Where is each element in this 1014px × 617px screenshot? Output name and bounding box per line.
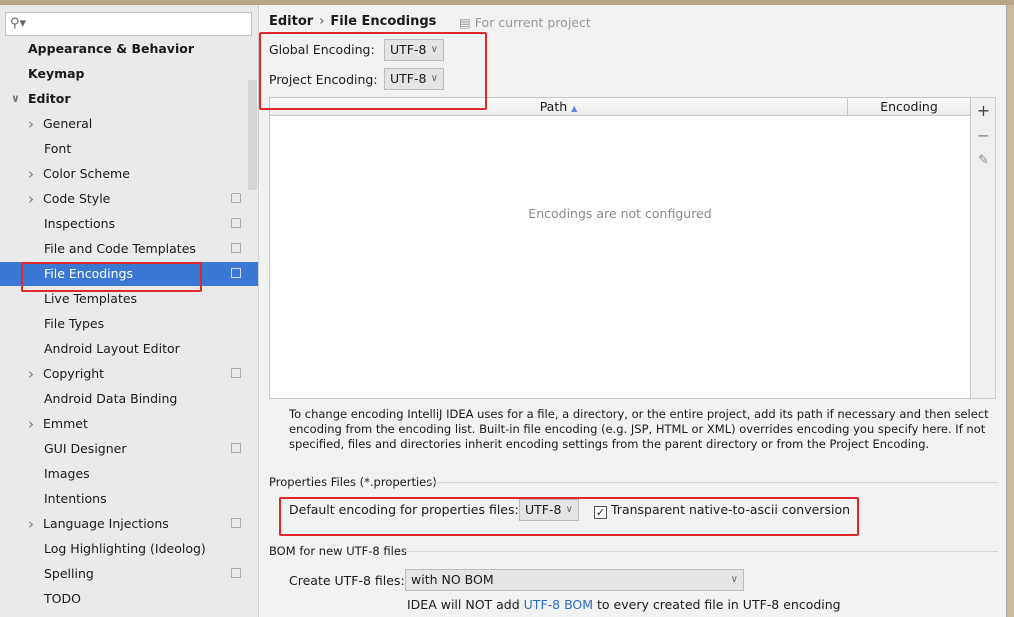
sidebar-item[interactable]: Keymap xyxy=(0,62,258,86)
sidebar-item[interactable]: Android Layout Editor xyxy=(0,337,258,361)
breadcrumb-parent[interactable]: Editor xyxy=(269,14,313,29)
window-right-edge xyxy=(1006,5,1014,617)
annotation-box xyxy=(279,497,859,536)
sidebar-item[interactable]: › Emmet xyxy=(0,412,258,436)
project-settings-icon xyxy=(231,368,241,378)
encodings-table: Path ▲ Encoding Encodings are not config… xyxy=(269,97,971,399)
search-icon: ⚲▾ xyxy=(10,16,27,31)
sidebar-item[interactable]: TODO xyxy=(0,587,258,611)
sidebar-item-label: TODO xyxy=(44,591,81,606)
sidebar-item-label: Emmet xyxy=(43,416,88,431)
edit-icon[interactable]: ✎ xyxy=(972,148,995,173)
breadcrumb-separator-icon: › xyxy=(319,14,325,29)
annotation-box xyxy=(21,262,202,292)
column-path-label: Path xyxy=(539,99,568,114)
encoding-description: To change encoding IntelliJ IDEA uses fo… xyxy=(289,407,989,451)
scope-label: For current project xyxy=(474,15,591,30)
project-settings-icon xyxy=(231,568,241,578)
sidebar-scrollbar[interactable] xyxy=(248,80,257,190)
create-utf8-label: Create UTF-8 files: xyxy=(289,573,405,588)
sidebar-item-label: Copyright xyxy=(43,366,105,381)
sidebar-item-label: Inspections xyxy=(44,216,116,231)
sidebar-item-label: Appearance & Behavior xyxy=(28,41,194,56)
chevron-down-icon[interactable]: ∨ xyxy=(11,87,20,111)
sidebar-item[interactable]: › Language Injections xyxy=(0,512,258,536)
sidebar-item-label: Images xyxy=(44,466,90,481)
sidebar-item-label: GUI Designer xyxy=(44,441,127,456)
breadcrumb-current: File Encodings xyxy=(330,14,437,29)
annotation-box xyxy=(259,32,487,110)
project-settings-icon xyxy=(231,443,241,453)
sidebar-item-label: Code Style xyxy=(43,191,111,206)
sidebar-item-label: Android Data Binding xyxy=(44,391,178,406)
sort-ascending-icon: ▲ xyxy=(571,104,578,113)
bom-note-suffix: to every created file in UTF-8 encoding xyxy=(593,597,841,612)
empty-table-text: Encodings are not configured xyxy=(528,206,712,221)
table-toolbar: + − ✎ xyxy=(972,97,996,399)
sidebar-item[interactable]: Font xyxy=(0,137,258,161)
sidebar-item[interactable]: › Copyright xyxy=(0,362,258,386)
sidebar-item[interactable]: ∨ Editor xyxy=(0,87,258,111)
chevron-right-icon[interactable]: › xyxy=(28,512,34,536)
chevron-right-icon[interactable]: › xyxy=(28,162,34,186)
create-utf8-value: with NO BOM xyxy=(411,572,494,587)
project-scope-icon: ▤ xyxy=(459,15,475,30)
add-icon[interactable]: + xyxy=(972,98,995,123)
sidebar-item[interactable]: Appearance & Behavior xyxy=(0,37,258,61)
chevron-right-icon[interactable]: › xyxy=(28,412,34,436)
divider xyxy=(428,482,998,483)
properties-section-title: Properties Files (*.properties) xyxy=(269,475,437,489)
sidebar-item-label: Editor xyxy=(28,91,71,106)
sidebar-item[interactable]: Spelling xyxy=(0,562,258,586)
sidebar-item-label: File Types xyxy=(44,316,105,331)
sidebar-item[interactable]: GUI Designer xyxy=(0,437,258,461)
search-input[interactable]: ⚲▾ xyxy=(5,12,252,36)
sidebar-item-label: File and Code Templates xyxy=(44,241,196,256)
chevron-right-icon[interactable]: › xyxy=(28,187,34,211)
divider xyxy=(404,551,998,552)
sidebar-item[interactable]: Log Highlighting (Ideolog) xyxy=(0,537,258,561)
sidebar-item[interactable]: Android Data Binding xyxy=(0,387,258,411)
sidebar-item[interactable]: Inspections xyxy=(0,212,258,236)
project-settings-icon xyxy=(231,518,241,528)
utf8-bom-link[interactable]: UTF-8 BOM xyxy=(524,597,593,612)
chevron-down-icon: ∨ xyxy=(730,574,738,585)
sidebar-item[interactable]: › Color Scheme xyxy=(0,162,258,186)
sidebar-item[interactable]: › General xyxy=(0,112,258,136)
project-settings-icon xyxy=(231,268,241,278)
project-scope-note: ▤ For current project xyxy=(459,15,591,30)
bom-section-title: BOM for new UTF-8 files xyxy=(269,544,407,558)
chevron-right-icon[interactable]: › xyxy=(28,112,34,136)
sidebar-item-label: Font xyxy=(44,141,72,156)
sidebar-item[interactable]: File Types xyxy=(0,312,258,336)
remove-icon[interactable]: − xyxy=(972,123,995,148)
settings-sidebar: ⚲▾ Appearance & Behavior Keymap ∨ Editor › Ge… xyxy=(0,5,259,617)
sidebar-item-label: Color Scheme xyxy=(43,166,130,181)
chevron-right-icon[interactable]: › xyxy=(28,362,34,386)
bom-note: IDEA will NOT add UTF-8 BOM to every cre… xyxy=(407,597,841,612)
breadcrumb: Editor › File Encodings xyxy=(269,14,436,29)
sidebar-item-label: General xyxy=(43,116,93,131)
project-settings-icon xyxy=(231,243,241,253)
sidebar-item[interactable]: › Code Style xyxy=(0,187,258,211)
sidebar-item-label: Keymap xyxy=(28,66,85,81)
sidebar-item-label: Android Layout Editor xyxy=(44,341,180,356)
sidebar-item-label: Language Injections xyxy=(43,516,169,531)
bom-note-prefix: IDEA will NOT add xyxy=(407,597,524,612)
column-encoding[interactable]: Encoding xyxy=(848,98,970,115)
sidebar-item-label: Intentions xyxy=(44,491,107,506)
project-settings-icon xyxy=(231,193,241,203)
sidebar-item-label: Spelling xyxy=(44,566,94,581)
project-settings-icon xyxy=(231,218,241,228)
create-utf8-select[interactable]: with NO BOM ∨ xyxy=(405,569,744,591)
sidebar-item[interactable]: Intentions xyxy=(0,487,258,511)
sidebar-item[interactable]: Images xyxy=(0,462,258,486)
sidebar-item[interactable]: File and Code Templates xyxy=(0,237,258,261)
sidebar-item-label: Log Highlighting (Ideolog) xyxy=(44,541,206,556)
